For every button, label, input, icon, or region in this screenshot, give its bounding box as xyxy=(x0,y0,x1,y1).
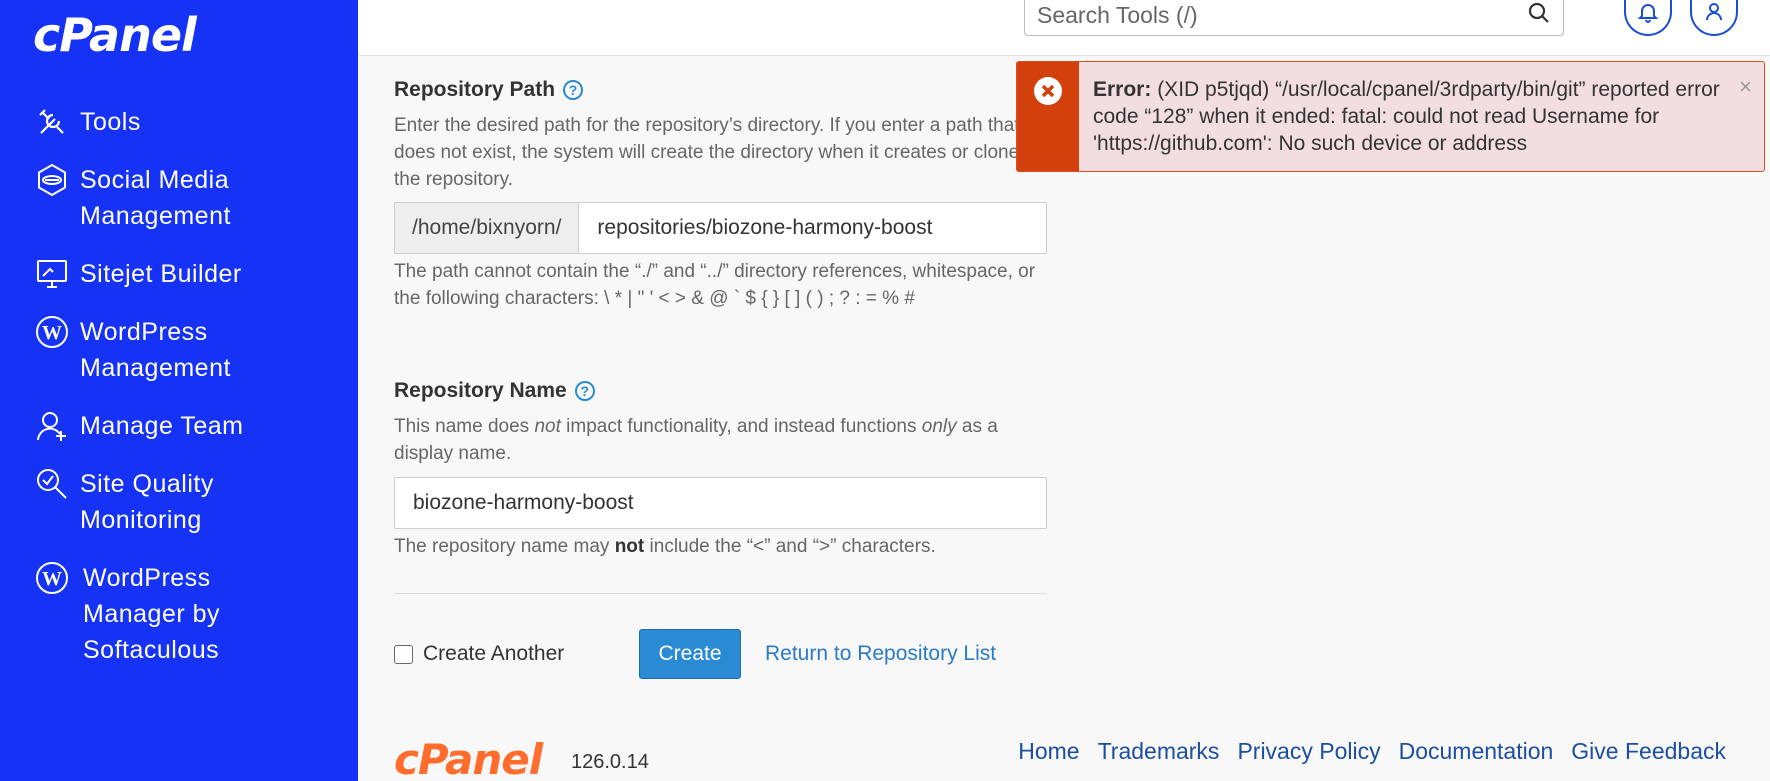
create-button[interactable]: Create xyxy=(639,629,741,679)
repository-path-heading: Repository Path ? xyxy=(394,78,584,102)
sidebar-item-site-quality[interactable]: Site Quality Monitoring xyxy=(0,466,358,538)
create-another-label: Create Another xyxy=(423,642,565,665)
sidebar-item-label: Site Quality Monitoring xyxy=(80,470,214,534)
footer-link-home[interactable]: Home xyxy=(1018,738,1079,765)
sidebar-item-label: Sitejet Builder xyxy=(80,260,242,288)
repository-name-field: biozone-harmony-boost xyxy=(394,477,1047,529)
repository-path-field: /home/bixnyorn/ repositories/biozone-har… xyxy=(394,202,1047,254)
search-placeholder: Search Tools (/) xyxy=(1037,1,1198,28)
sidebar-item-label: WordPress Management xyxy=(80,318,231,382)
social-media-icon xyxy=(34,162,70,198)
footer-links: Home Trademarks Privacy Policy Documenta… xyxy=(1018,738,1726,765)
footer-link-trademarks[interactable]: Trademarks xyxy=(1098,738,1220,765)
create-another-checkbox[interactable] xyxy=(394,644,413,664)
site-quality-icon xyxy=(34,466,70,502)
repository-name-description: This name does not impact functionality,… xyxy=(394,416,998,464)
alert-text: (XID p5tjqd) “/usr/local/cpanel/3rdparty… xyxy=(1093,78,1720,155)
sidebar-item-tools[interactable]: Tools xyxy=(0,104,358,140)
version-number: 126.0.14 xyxy=(571,751,649,773)
user-icon xyxy=(1703,1,1725,28)
alert-label: Error: xyxy=(1093,78,1152,101)
repository-name-input[interactable]: biozone-harmony-boost xyxy=(395,478,1046,528)
alert-icon-area xyxy=(1017,62,1079,171)
sidebar-item-label: Manage Team xyxy=(80,412,244,440)
user-menu-button[interactable] xyxy=(1690,0,1738,36)
help-icon[interactable]: ? xyxy=(574,381,595,401)
error-icon xyxy=(1034,77,1062,105)
home-directory-prefix: /home/bixnyorn/ xyxy=(395,203,580,253)
repository-name-hint: The repository name may not include the … xyxy=(394,536,936,557)
bell-icon xyxy=(1637,1,1659,28)
help-icon[interactable]: ? xyxy=(563,80,584,100)
return-to-repository-list-link[interactable]: Return to Repository List xyxy=(765,642,996,666)
sidebar-item-wordpress[interactable]: W WordPress Management xyxy=(0,314,358,386)
manage-team-icon xyxy=(34,408,70,444)
sidebar-item-label: Social Media Management xyxy=(80,166,231,230)
sidebar-item-label: Tools xyxy=(80,108,141,136)
error-alert: Error: (XID p5tjqd) “/usr/local/cpanel/3… xyxy=(1016,61,1765,172)
footer-cpanel-logo[interactable]: cPanel xyxy=(394,735,543,781)
svg-text:W: W xyxy=(42,322,62,344)
repository-name-title: Repository Name xyxy=(394,379,567,402)
sidebar-nav: Tools Social Media Management Sitejet Bu… xyxy=(0,104,358,690)
tools-icon xyxy=(34,104,70,140)
top-bar: Search Tools (/) xyxy=(358,0,1770,56)
sidebar-item-label: WordPress Manager by Softaculous xyxy=(83,564,221,664)
sidebar-item-sitejet[interactable]: Sitejet Builder xyxy=(0,256,358,292)
wordpress-icon: W xyxy=(34,314,70,350)
svg-text:W: W xyxy=(42,568,62,590)
divider xyxy=(394,593,1047,594)
cpanel-logo[interactable]: cPanel xyxy=(33,8,197,62)
search-input[interactable]: Search Tools (/) xyxy=(1024,0,1564,36)
footer-link-give-feedback[interactable]: Give Feedback xyxy=(1571,738,1726,765)
repository-name-heading: Repository Name ? xyxy=(394,379,595,403)
close-icon[interactable]: × xyxy=(1739,74,1752,100)
create-another-option[interactable]: Create Another xyxy=(394,642,564,666)
repository-path-input[interactable]: repositories/biozone-harmony-boost xyxy=(579,203,1046,253)
wordpress-icon: W xyxy=(34,560,70,596)
footer-link-privacy-policy[interactable]: Privacy Policy xyxy=(1237,738,1380,765)
sidebar-item-manage-team[interactable]: Manage Team xyxy=(0,408,358,444)
sidebar-item-social-media[interactable]: Social Media Management xyxy=(0,162,358,234)
alert-message: Error: (XID p5tjqd) “/usr/local/cpanel/3… xyxy=(1079,62,1764,171)
repository-path-hint: The path cannot contain the “./” and “..… xyxy=(394,261,1036,309)
notifications-button[interactable] xyxy=(1624,0,1672,36)
repository-path-description: Enter the desired path for the repositor… xyxy=(394,115,1029,190)
sitejet-icon xyxy=(34,256,70,292)
search-icon[interactable] xyxy=(1527,1,1551,30)
repository-path-title: Repository Path xyxy=(394,78,556,101)
footer-link-documentation[interactable]: Documentation xyxy=(1399,738,1554,765)
sidebar-item-wordpress-softaculous[interactable]: W WordPress Manager by Softaculous xyxy=(0,560,358,668)
sidebar: cPanel Tools Social Media Management Sit… xyxy=(0,0,358,781)
